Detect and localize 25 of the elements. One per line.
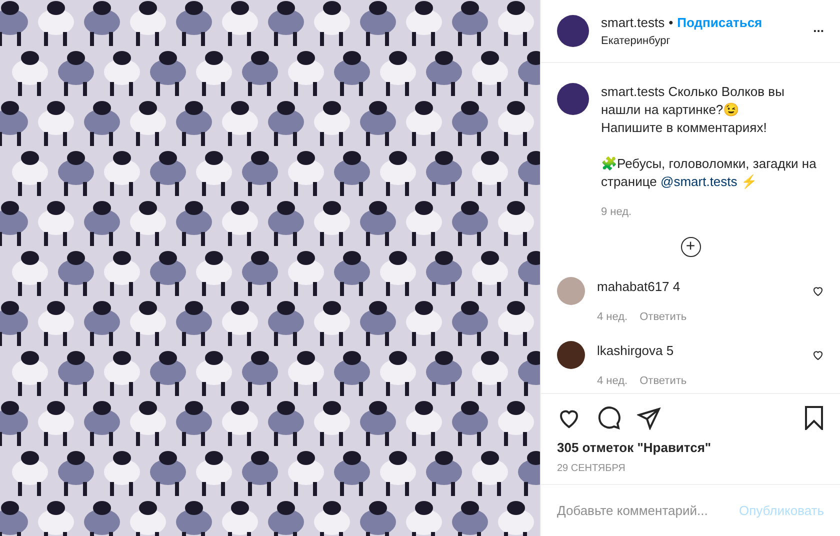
heart-icon[interactable] <box>812 349 824 361</box>
caption-text: Напишите в комментариях! <box>601 119 768 137</box>
likes-count[interactable]: 305 отметок "Нравится" <box>557 438 824 457</box>
comment-field[interactable]: Добавьте комментарий... <box>557 500 739 520</box>
post-time: 9 нед. <box>601 205 633 220</box>
avatar[interactable] <box>557 83 589 115</box>
comment-text: mahabat617 4 <box>597 278 682 296</box>
location: Екатеринбург <box>601 34 672 48</box>
comment-icon[interactable] <box>597 406 621 430</box>
comment-time: 4 нед. <box>597 310 628 324</box>
comment-time: 4 нед. <box>597 374 628 388</box>
mention-link[interactable]: @smart.tests <box>660 174 738 189</box>
send-icon[interactable] <box>637 406 661 430</box>
more-button[interactable]: ... <box>813 20 824 42</box>
avatar[interactable] <box>557 15 589 47</box>
post-date: 29 СЕНТЯБРЯ <box>557 462 626 476</box>
separator: • <box>668 14 674 32</box>
avatar[interactable] <box>557 341 585 369</box>
caption-text: 🧩Ребусы, головоломки, загадки на странице @smart.tests ⚡ <box>601 155 818 191</box>
username[interactable]: smart.tests <box>601 13 665 32</box>
comment-text: lkashirgova 5 <box>597 342 675 360</box>
caption-text: smart.tests Сколько Волков вы нашли на картинке?😉 <box>601 83 786 119</box>
heart-icon[interactable] <box>812 285 824 297</box>
load-more-button[interactable]: + <box>680 237 700 257</box>
bookmark-icon[interactable] <box>804 406 824 430</box>
